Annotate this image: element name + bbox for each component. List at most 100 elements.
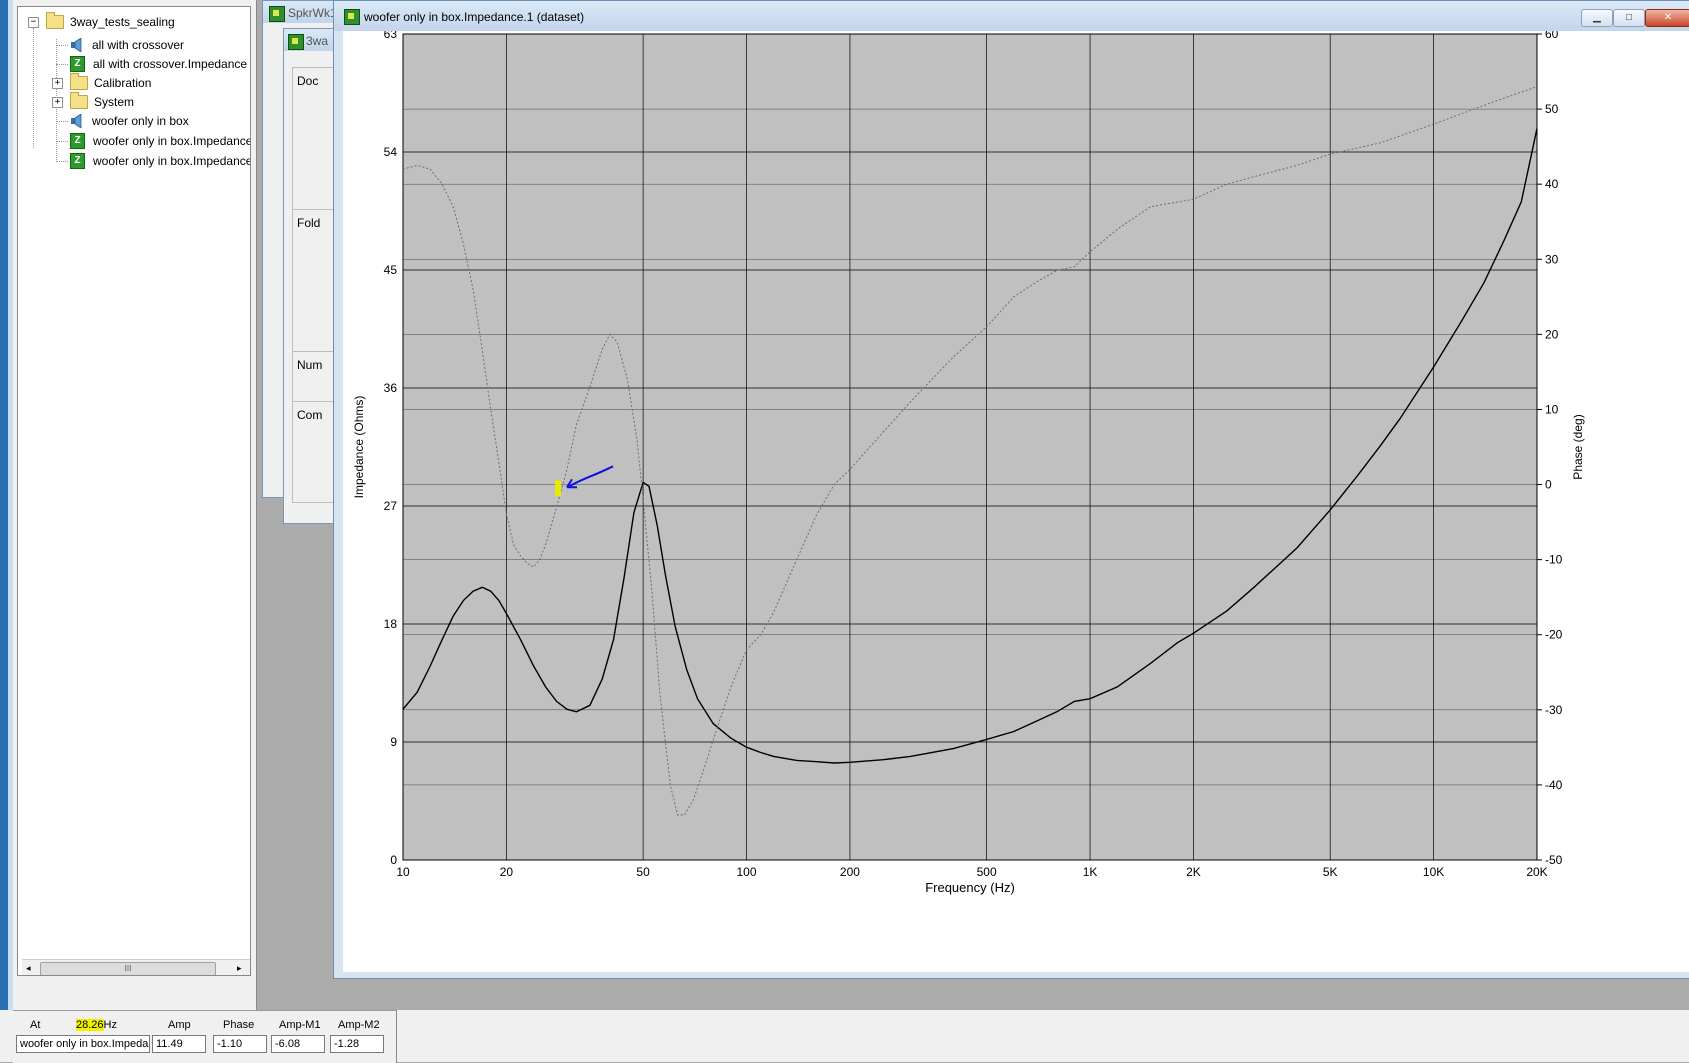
impedance-icon: Z: [70, 133, 85, 149]
amp-m1-field[interactable]: -6.08: [271, 1035, 325, 1053]
tree-item-all-with-crossover-impedance[interactable]: Z all with crossover.Impedance: [70, 55, 247, 73]
collapse-expander[interactable]: −: [28, 17, 39, 28]
background-window-titlebar[interactable]: SpkrWk1: [263, 1, 343, 23]
folder-icon: [70, 73, 88, 90]
amp-field[interactable]: 11.49: [152, 1035, 206, 1053]
plot-area[interactable]: 10 20 50 100 200 500 1K 2K 5K 10K 20K 0 9 18 27 36 45 54 6…: [343, 31, 1689, 972]
y-tick-label: 63: [384, 31, 398, 41]
y2-tick-label: -30: [1545, 703, 1563, 717]
tree-item-label: all with crossover.Impedance: [93, 57, 248, 71]
y2-tick-label: 30: [1545, 252, 1559, 266]
impedance-dataset-window[interactable]: woofer only in box.Impedance.1 (dataset)…: [333, 0, 1689, 979]
expand-expander[interactable]: +: [52, 97, 63, 108]
y2-tick-label: 50: [1545, 102, 1559, 116]
y-tick-label: 9: [390, 735, 397, 749]
app-icon: [288, 34, 304, 50]
plot-background: [402, 33, 1538, 861]
x-tick-label: 1K: [1083, 865, 1098, 879]
tree-connector: [56, 141, 68, 142]
x-tick-label: 100: [737, 865, 757, 879]
y2-tick-label: -10: [1545, 553, 1563, 567]
tree-connector: [56, 121, 68, 122]
tree-item-label: System: [94, 95, 135, 109]
tree-connector: [33, 28, 34, 148]
phase-label: Phase: [223, 1019, 255, 1031]
group-label: Com: [297, 408, 323, 422]
window-title: woofer only in box.Impedance.1 (dataset): [364, 10, 585, 24]
tree-item-all-with-crossover[interactable]: all with crossover: [70, 36, 184, 54]
x-tick-label: 20: [500, 865, 514, 879]
cursor-marker: [554, 480, 561, 497]
scroll-right-arrow-icon[interactable]: ▸: [237, 963, 242, 974]
window-titlebar[interactable]: woofer only in box.Impedance.1 (dataset)…: [334, 1, 1689, 31]
y-tick-label: 18: [384, 617, 398, 631]
project-tree[interactable]: − 3way_tests_sealing all with crossover …: [17, 6, 251, 976]
y-tick-label: 45: [384, 263, 398, 277]
x-tick-label: 10: [396, 865, 410, 879]
maximize-button[interactable]: □: [1613, 9, 1645, 27]
tree-horizontal-scrollbar[interactable]: ◂ III ▸: [22, 959, 250, 975]
folder-icon: [70, 92, 88, 109]
tree-item-label: 3way_tests_sealing: [70, 15, 175, 29]
tree-item-woofer-only-in-box[interactable]: woofer only in box: [70, 112, 189, 130]
tree-item-label: woofer only in box.Impedance: [93, 154, 251, 168]
tree-item-label: Calibration: [94, 76, 152, 90]
minimize-button[interactable]: ▁: [1581, 9, 1613, 27]
close-button[interactable]: ✕: [1645, 9, 1689, 27]
phase-field[interactable]: -1.10: [213, 1035, 267, 1053]
at-frequency-value: 28.26: [76, 1019, 104, 1031]
impedance-icon: Z: [70, 153, 85, 169]
y-axis-label: Impedance (Ohms): [352, 396, 366, 499]
x-tick-label: 200: [840, 865, 860, 879]
y2-axis-label: Phase (deg): [1571, 414, 1585, 479]
y-tick-label: 36: [384, 381, 398, 395]
tree-item-woofer-impedance[interactable]: Z woofer only in box.Impedance: [70, 152, 251, 170]
at-label: At: [30, 1019, 41, 1031]
dataset-field[interactable]: woofer only in box.Impedance: [16, 1035, 150, 1053]
project-tree-panel: − 3way_tests_sealing all with crossover …: [13, 0, 257, 1010]
tree-connector: [56, 161, 68, 162]
amp-m2-field[interactable]: -1.28: [330, 1035, 384, 1053]
speaker-icon: [70, 37, 84, 53]
x-tick-label: 20K: [1526, 865, 1547, 879]
at-frequency-unit: Hz: [103, 1019, 117, 1031]
scroll-left-arrow-icon[interactable]: ◂: [26, 963, 31, 974]
speaker-icon: [70, 113, 84, 129]
impedance-chart[interactable]: 10 20 50 100 200 500 1K 2K 5K 10K 20K0918273645546…: [343, 31, 1689, 972]
y-tick-label: 54: [384, 145, 398, 159]
tree-item-label: woofer only in box.Impedance: [93, 134, 251, 148]
y2-tick-label: -50: [1545, 853, 1563, 867]
group-label: Doc: [297, 74, 319, 88]
impedance-icon: Z: [70, 56, 85, 72]
background-window-title: 3wa: [306, 34, 329, 48]
expand-expander[interactable]: +: [52, 78, 63, 89]
tree-item-label: woofer only in box: [92, 114, 189, 128]
group-label: Num: [297, 358, 323, 372]
tree-item-calibration[interactable]: Calibration: [70, 73, 152, 92]
x-tick-label: 5K: [1323, 865, 1338, 879]
y2-tick-label: 0: [1545, 478, 1552, 492]
y2-tick-label: 40: [1545, 177, 1559, 191]
y2-tick-label: 20: [1545, 327, 1559, 341]
x-axis-label: Frequency (Hz): [925, 880, 1015, 895]
y-tick-label: 0: [390, 853, 397, 867]
tree-connector: [56, 45, 68, 46]
app-icon: [269, 6, 285, 22]
scroll-thumb[interactable]: III: [40, 962, 216, 975]
x-tick-label: 10K: [1423, 865, 1444, 879]
y2-tick-label: -40: [1545, 778, 1563, 792]
tree-item-3way-tests-sealing[interactable]: 3way_tests_sealing: [46, 12, 175, 31]
tree-item-label: all with crossover: [92, 38, 185, 52]
x-tick-label: 500: [977, 865, 997, 879]
amp-m1-label: Amp-M1: [279, 1019, 321, 1031]
y2-tick-label: 60: [1545, 31, 1559, 41]
folder-icon: [46, 12, 64, 29]
background-window-title: SpkrWk1: [288, 6, 337, 20]
tree-item-woofer-impedance[interactable]: Z woofer only in box.Impedance: [70, 132, 251, 150]
x-tick-label: 2K: [1186, 865, 1201, 879]
at-frequency: 28.26Hz: [76, 1019, 117, 1031]
group-label: Fold: [297, 216, 321, 230]
y2-tick-label: -20: [1545, 628, 1563, 642]
tree-connector: [56, 64, 68, 65]
tree-item-system[interactable]: System: [70, 92, 135, 111]
